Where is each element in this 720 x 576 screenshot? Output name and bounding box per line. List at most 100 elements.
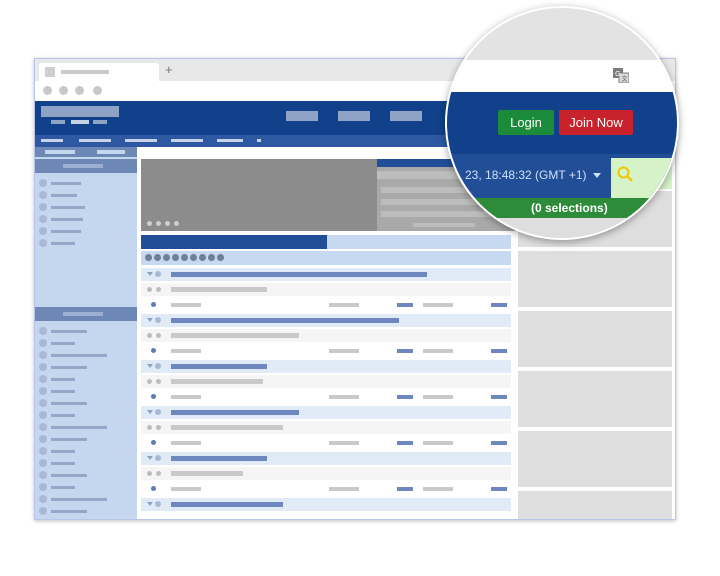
odds-value[interactable]: [491, 487, 507, 491]
odds-value[interactable]: [397, 487, 413, 491]
subnav-item[interactable]: [217, 139, 243, 142]
sidebar-item[interactable]: [35, 481, 137, 493]
nav-item-3[interactable]: [390, 111, 422, 121]
odds-value[interactable]: [491, 349, 507, 353]
filter-dot[interactable]: [181, 254, 188, 261]
sidebar-item[interactable]: [35, 189, 137, 201]
carousel-dot[interactable]: [165, 221, 170, 226]
filter-dot[interactable]: [154, 254, 161, 261]
odds-label: [171, 441, 201, 445]
odds-row[interactable]: [141, 436, 511, 449]
search-icon[interactable]: [617, 166, 633, 182]
event-group-header[interactable]: [141, 268, 511, 281]
event-row[interactable]: [141, 329, 511, 342]
sidebar-item[interactable]: [35, 385, 137, 397]
odds-value[interactable]: [397, 349, 413, 353]
event-row[interactable]: [141, 421, 511, 434]
odds-value[interactable]: [491, 441, 507, 445]
filter-dot[interactable]: [208, 254, 215, 261]
sidebar-tab[interactable]: [45, 150, 75, 154]
subnav-item[interactable]: [125, 139, 157, 142]
odds-value[interactable]: [397, 303, 413, 307]
login-button[interactable]: Login: [498, 110, 554, 135]
sidebar-item[interactable]: [35, 373, 137, 385]
sidebar-tab[interactable]: [97, 150, 125, 154]
sidebar-item[interactable]: [35, 201, 137, 213]
chevron-down-icon[interactable]: [147, 456, 153, 460]
event-group-header[interactable]: [141, 452, 511, 465]
subnav-item[interactable]: [79, 139, 111, 142]
tab-active[interactable]: [141, 235, 327, 249]
sidebar-item[interactable]: [35, 325, 137, 337]
odds-value[interactable]: [397, 441, 413, 445]
chevron-down-icon[interactable]: [147, 410, 153, 414]
sidebar-item[interactable]: [35, 349, 137, 361]
sidebar-item-icon: [39, 423, 47, 431]
forward-icon[interactable]: [59, 86, 68, 95]
sidebar-item[interactable]: [35, 177, 137, 189]
odds-label: [329, 303, 359, 307]
event-row[interactable]: [141, 375, 511, 388]
sidebar-item[interactable]: [35, 493, 137, 505]
odds-row[interactable]: [141, 390, 511, 403]
chevron-down-icon[interactable]: [147, 502, 153, 506]
event-group-header[interactable]: [141, 498, 511, 511]
sidebar-item[interactable]: [35, 397, 137, 409]
filter-dot[interactable]: [217, 254, 224, 261]
event-group-header[interactable]: [141, 360, 511, 373]
sidebar-item[interactable]: [35, 225, 137, 237]
event-group-header[interactable]: [141, 406, 511, 419]
sidebar-item[interactable]: [35, 409, 137, 421]
odds-row[interactable]: [141, 344, 511, 357]
sidebar-item[interactable]: [35, 457, 137, 469]
zoom-datetime-bar: 23, 18:48:32 (GMT +1): [447, 154, 677, 198]
event-row[interactable]: [141, 283, 511, 296]
sidebar-item[interactable]: [35, 213, 137, 225]
nav-item-1[interactable]: [286, 111, 318, 121]
sidebar-item[interactable]: [35, 505, 137, 517]
nav-item-2[interactable]: [338, 111, 370, 121]
chevron-down-icon[interactable]: [147, 364, 153, 368]
sidebar-item[interactable]: [35, 361, 137, 373]
subnav-item[interactable]: [41, 139, 63, 142]
chevron-down-icon[interactable]: [147, 272, 153, 276]
event-row[interactable]: [141, 467, 511, 480]
sidebar-item-label: [51, 182, 81, 185]
carousel-dot[interactable]: [147, 221, 152, 226]
filter-dot[interactable]: [190, 254, 197, 261]
sidebar-item-icon: [39, 459, 47, 467]
filter-dot[interactable]: [172, 254, 179, 261]
sidebar-item[interactable]: [35, 445, 137, 457]
sidebar-item[interactable]: [35, 469, 137, 481]
sidebar-item[interactable]: [35, 337, 137, 349]
odds-value[interactable]: [491, 395, 507, 399]
chevron-down-icon[interactable]: [593, 173, 601, 178]
event-group-header[interactable]: [141, 314, 511, 327]
join-now-button[interactable]: Join Now: [559, 110, 633, 135]
carousel-dot[interactable]: [156, 221, 161, 226]
odds-row[interactable]: [141, 298, 511, 311]
carousel-dot[interactable]: [174, 221, 179, 226]
back-icon[interactable]: [43, 86, 52, 95]
new-tab-button[interactable]: +: [165, 62, 173, 77]
chevron-down-icon[interactable]: [147, 318, 153, 322]
filter-dot[interactable]: [163, 254, 170, 261]
browser-tab[interactable]: [39, 63, 159, 81]
sidebar-item[interactable]: [35, 433, 137, 445]
site-logo[interactable]: [41, 106, 119, 117]
filter-dot[interactable]: [145, 254, 152, 261]
subnav-item[interactable]: [171, 139, 203, 142]
subnav-item[interactable]: [257, 139, 261, 142]
filter-dot[interactable]: [199, 254, 206, 261]
odds-value[interactable]: [491, 303, 507, 307]
odds-row[interactable]: [141, 482, 511, 495]
promo-banner[interactable]: [141, 159, 377, 231]
event-row-icon: [156, 425, 161, 430]
home-icon[interactable]: [93, 86, 102, 95]
sidebar-item[interactable]: [35, 237, 137, 249]
sidebar-item[interactable]: [35, 421, 137, 433]
sidebar-item-icon: [39, 191, 47, 199]
odds-value[interactable]: [397, 395, 413, 399]
translate-icon[interactable]: G 文: [613, 68, 630, 84]
reload-icon[interactable]: [75, 86, 84, 95]
